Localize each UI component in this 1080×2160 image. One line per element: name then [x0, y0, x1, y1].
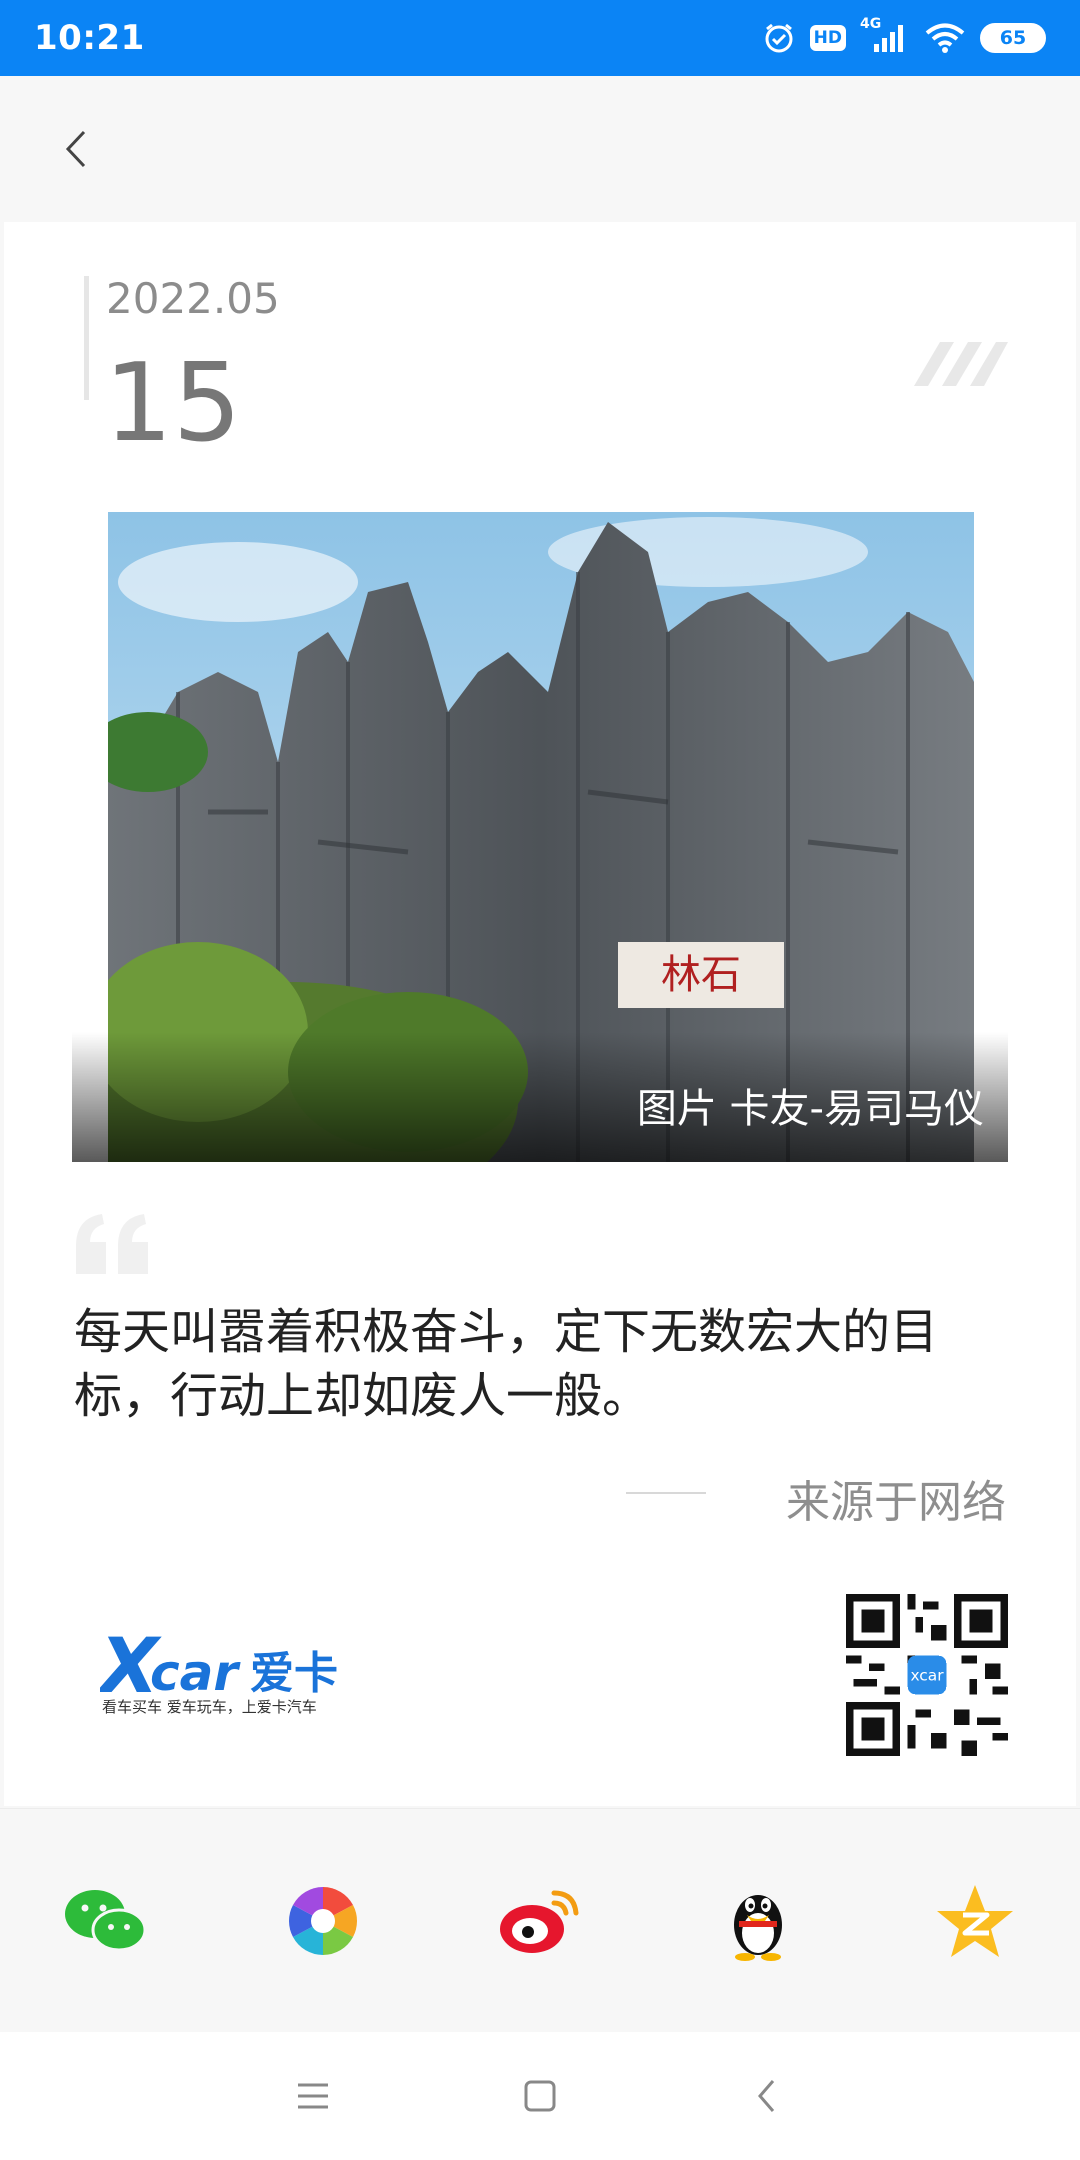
moments-icon[interactable] [278, 1876, 368, 1966]
wifi-icon [924, 22, 966, 54]
date-divider [84, 276, 89, 400]
svg-text:爱卡: 爱卡 [250, 1648, 338, 1699]
weibo-icon[interactable] [495, 1876, 585, 1966]
back-icon[interactable] [737, 2066, 797, 2126]
photo: 林石 图片 卡友-易司马仪 [72, 512, 1008, 1162]
quote-text: 每天叫嚣着积极奋斗，定下无数宏大的目标，行动上却如废人一般。 [74, 1304, 939, 1424]
qr-badge-text: xcar [910, 1666, 944, 1684]
wechat-icon[interactable] [60, 1876, 150, 1966]
decorative-slashes-icon [914, 342, 1008, 386]
logo-tagline: 看车买车 爱车玩车，上爱卡汽车 [102, 1698, 317, 1716]
battery-icon: 65 [980, 23, 1046, 53]
status-time: 10:21 [34, 18, 145, 58]
date-day: 15 [104, 341, 242, 466]
network-label: 4G [860, 16, 882, 32]
share-bar [0, 1808, 1080, 2032]
status-icons: HD 4G 65 [762, 16, 1046, 55]
back-arrow-icon[interactable] [56, 124, 100, 174]
svg-text:林石: 林石 [661, 952, 741, 998]
photo-caption: 图片 卡友-易司马仪 [636, 1086, 984, 1132]
svg-text:car: car [150, 1644, 241, 1702]
qq-icon[interactable] [713, 1876, 803, 1966]
system-nav-bar [0, 2032, 1080, 2160]
menu-icon[interactable] [283, 2066, 343, 2126]
daily-quote-card: 2022.05 15 林石 图片 卡友-易司马仪 每天叫嚣着积极奋斗，定下无数宏… [4, 222, 1076, 1806]
source-text: 来源于网络 [786, 1477, 1006, 1528]
qzone-icon[interactable] [930, 1876, 1020, 1966]
hd-icon: HD [809, 25, 846, 51]
home-icon[interactable] [510, 2066, 570, 2126]
header [0, 76, 1080, 220]
alarm-icon [762, 21, 796, 55]
date-year-month: 2022.05 [106, 274, 280, 323]
status-bar: 10:21 HD 4G 65 [0, 0, 1080, 76]
qr-code[interactable]: xcar [846, 1594, 1008, 1756]
signal-icon: 4G [860, 16, 910, 54]
source-divider [626, 1492, 706, 1494]
quote-mark-icon [76, 1214, 148, 1274]
